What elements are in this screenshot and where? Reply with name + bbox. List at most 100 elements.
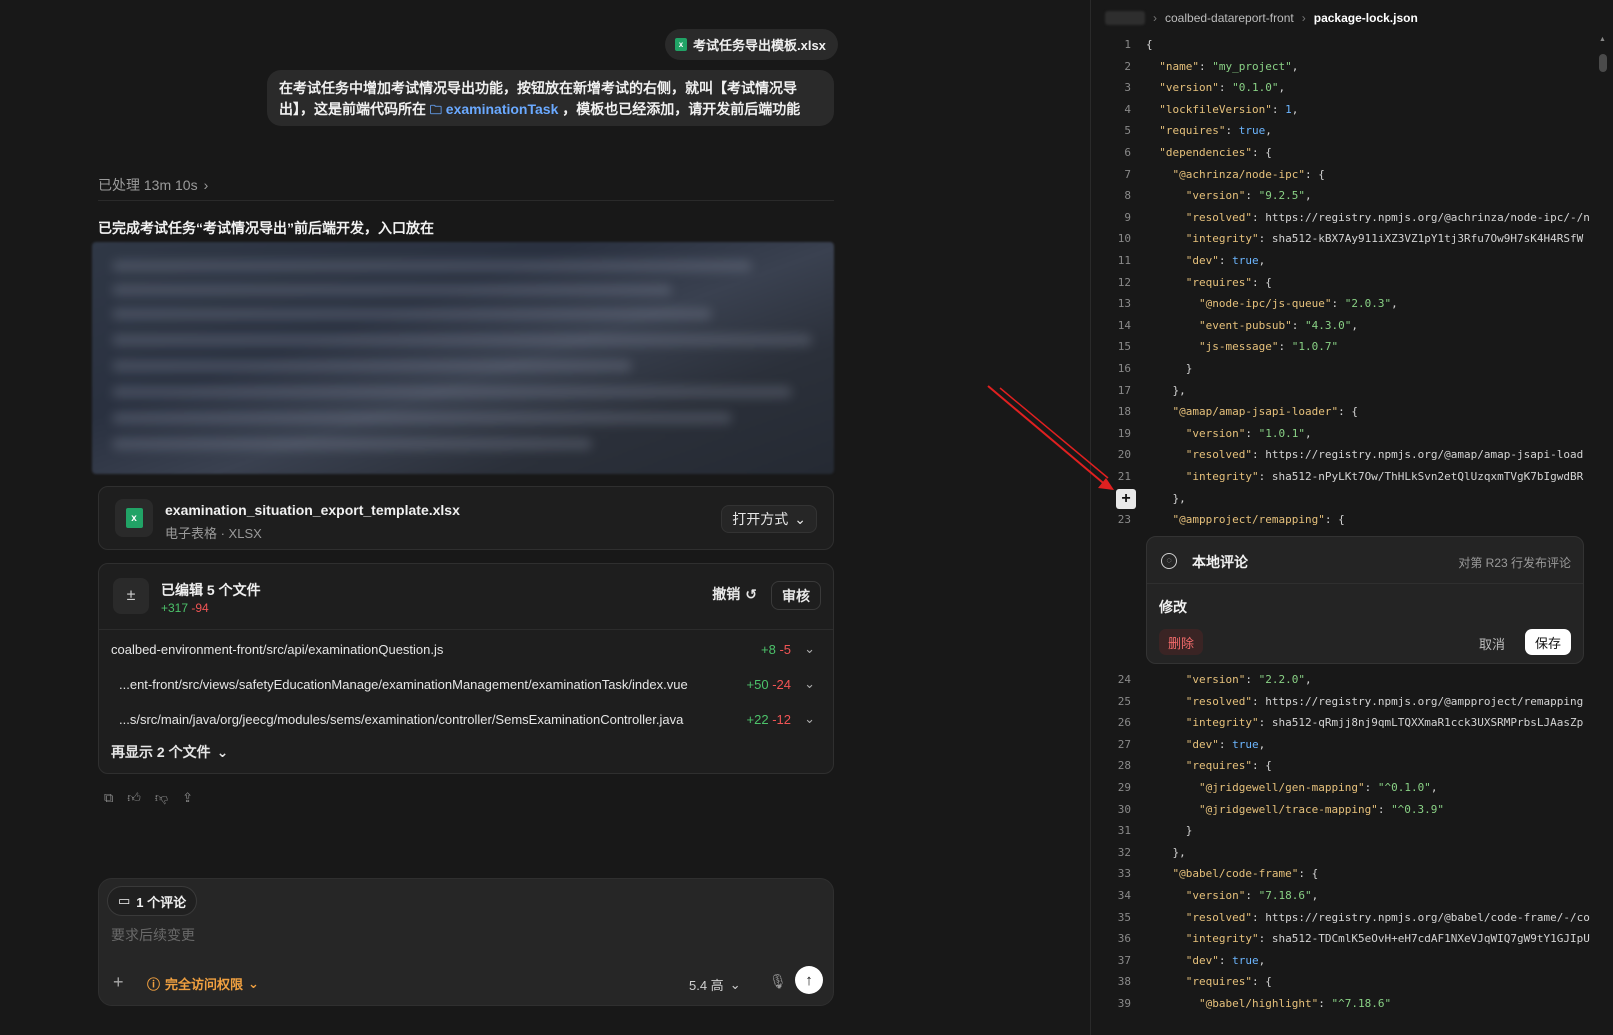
add-icon[interactable]: +	[113, 972, 124, 993]
code-line[interactable]: 9 "resolved": https://registry.npmjs.org…	[1091, 207, 1613, 228]
code-line[interactable]: 31 }	[1091, 820, 1613, 841]
line-content: "integrity": sha512-TDCmlK5eOvH+eH7cdAF1…	[1185, 932, 1590, 946]
file-row[interactable]: ...ent-front/src/views/safetyEducationMa…	[99, 667, 833, 703]
chevron-down-icon: ⌄	[248, 975, 259, 991]
code-line[interactable]: 20 "resolved": https://registry.npmjs.or…	[1091, 444, 1613, 465]
code-line[interactable]: 24 "version": "2.2.0",	[1091, 669, 1613, 690]
share-icon[interactable]: ⇪	[182, 790, 193, 806]
user-message: 在考试任务中增加考试情况导出功能，按钮放在新增考试的右侧，就叫【考试情况导 出】…	[267, 70, 834, 126]
line-number: 4	[1124, 102, 1131, 116]
code-line[interactable]: 15 "js-message": "1.0.7"	[1091, 336, 1613, 357]
code-line[interactable]: 28 "requires": {	[1091, 755, 1613, 776]
divider	[98, 200, 834, 201]
file-deletions: -5	[779, 642, 791, 657]
code-line[interactable]: 27 "dev": true,	[1091, 734, 1613, 755]
breadcrumb-file[interactable]: package-lock.json	[1314, 11, 1418, 25]
code-line[interactable]: 23 "@ampproject/remapping": {	[1091, 509, 1613, 530]
save-comment-button[interactable]: 保存	[1524, 629, 1571, 655]
chevron-down-icon: ⌄	[794, 510, 806, 527]
show-more-files-button[interactable]: 再显示 2 个文件 ⌄	[111, 742, 228, 762]
app-root: x 考试任务导出模板.xlsx 在考试任务中增加考试情况导出功能，按钮放在新增考…	[0, 0, 1613, 1035]
chevron-right-icon: ›	[1153, 11, 1157, 25]
folder-link[interactable]: examinationTask	[446, 101, 559, 117]
code-line[interactable]: 18 "@amap/amap-jsapi-loader": {	[1091, 401, 1613, 422]
edited-files-stats: +317 -94	[161, 601, 209, 615]
assistant-summary: 已完成考试任务“考试情况导出”前后端开发，入口放在	[98, 220, 434, 236]
warning-icon: ⓘ	[147, 977, 161, 992]
chevron-down-icon[interactable]: ⌄	[804, 641, 815, 657]
code-line[interactable]: 2 "name": "my_project",	[1091, 56, 1613, 77]
open-with-button[interactable]: 打开方式 ⌄	[721, 505, 817, 533]
line-number: 1	[1124, 38, 1131, 51]
add-comment-button[interactable]: +	[1116, 489, 1136, 509]
code-line[interactable]: 4 "lockfileVersion": 1,	[1091, 99, 1613, 120]
line-content: "requires": {	[1185, 759, 1272, 773]
file-card[interactable]: x examination_situation_export_template.…	[98, 486, 834, 550]
code-line[interactable]: 17 },	[1091, 380, 1613, 401]
code-line[interactable]: },	[1091, 488, 1613, 509]
microphone-icon[interactable]: 🎙︎	[769, 973, 787, 990]
breadcrumb-folder[interactable]: coalbed-datareport-front	[1165, 11, 1294, 25]
review-button[interactable]: 审核	[771, 581, 821, 610]
line-number: 37	[1117, 953, 1131, 967]
comment-count-chip[interactable]: ▭ 1 个评论	[107, 886, 198, 916]
open-with-label: 打开方式	[732, 511, 789, 527]
code-line[interactable]: 29 "@jridgewell/gen-mapping": "^0.1.0",	[1091, 777, 1613, 798]
cancel-comment-button[interactable]: 取消	[1479, 634, 1505, 653]
copy-icon[interactable]: ⧉	[104, 790, 113, 806]
code-line[interactable]: 21 "integrity": sha512-nPyLKt7Ow/ThHLkSv…	[1091, 466, 1613, 487]
code-line[interactable]: 38 "requires": {	[1091, 971, 1613, 992]
code-line[interactable]: 6 "dependencies": {	[1091, 142, 1613, 163]
send-button[interactable]: ↑	[795, 966, 823, 994]
access-permission-dropdown[interactable]: ⓘ 完全访问权限 ⌄	[147, 974, 259, 993]
code-line[interactable]: 32 },	[1091, 842, 1613, 863]
thumbs-up-icon[interactable]: 👍︎	[127, 790, 141, 806]
code-line[interactable]: 39 "@babel/highlight": "^7.18.6"	[1091, 993, 1613, 1014]
chevron-down-icon[interactable]: ⌄	[804, 676, 815, 692]
line-content: "requires": {	[1185, 275, 1272, 289]
code-line[interactable]: 3 "version": "0.1.0",	[1091, 77, 1613, 98]
code-line[interactable]: 33 "@babel/code-frame": {	[1091, 863, 1613, 884]
composer-input[interactable]: 要求后续变更	[111, 925, 195, 945]
comment-icon: ▭	[118, 893, 131, 908]
code-line[interactable]: 37 "dev": true,	[1091, 950, 1613, 971]
code-line[interactable]: 34 "version": "7.18.6",	[1091, 885, 1613, 906]
chevron-down-icon: ⌄	[729, 976, 741, 992]
code-line[interactable]: 16 }	[1091, 358, 1613, 379]
scrollbar-thumb[interactable]	[1599, 54, 1607, 72]
scrollbar[interactable]: ▲	[1599, 36, 1607, 1026]
code-line[interactable]: 36 "integrity": sha512-TDCmlK5eOvH+eH7cd…	[1091, 928, 1613, 949]
code-line[interactable]: 14 "event-pubsub": "4.3.0",	[1091, 315, 1613, 336]
file-row[interactable]: coalbed-environment-front/src/api/examin…	[99, 632, 833, 668]
thumbs-down-icon[interactable]: 👎︎	[155, 790, 168, 806]
line-content: "integrity": sha512-qRmjj8nj9qmLTQXXmaR1…	[1185, 716, 1584, 730]
line-number: 27	[1117, 737, 1131, 751]
code-line[interactable]: 26 "integrity": sha512-qRmjj8nj9qmLTQXXm…	[1091, 712, 1613, 733]
comment-text[interactable]: 修改	[1159, 597, 1187, 617]
code-line[interactable]: 7 "@achrinza/node-ipc": {	[1091, 164, 1613, 185]
diff-icon: ±	[113, 578, 149, 614]
code-line[interactable]: 30 "@jridgewell/trace-mapping": "^0.3.9"	[1091, 799, 1613, 820]
undo-button[interactable]: 撤销 ↺	[712, 584, 757, 604]
delete-comment-button[interactable]: 删除	[1159, 629, 1204, 655]
processed-toggle[interactable]: 已处理 13m 10s ›	[98, 175, 208, 195]
line-number: 36	[1117, 932, 1131, 946]
code-line[interactable]: 19 "version": "1.0.1",	[1091, 423, 1613, 444]
edited-files-header: ± 已编辑 5 个文件 +317 -94 撤销 ↺ 审核	[99, 564, 833, 630]
undo-label: 撤销	[712, 586, 741, 602]
code-line[interactable]: 11 "dev": true,	[1091, 250, 1613, 271]
file-row[interactable]: ...s/src/main/java/org/jeecg/modules/sem…	[99, 702, 833, 738]
code-line[interactable]: 25 "resolved": https://registry.npmjs.or…	[1091, 691, 1613, 712]
attachment-chip[interactable]: x 考试任务导出模板.xlsx	[665, 29, 838, 60]
model-dropdown[interactable]: 5.4 高 ⌄	[689, 975, 741, 994]
line-content: "js-message": "1.0.7"	[1199, 340, 1339, 354]
code-line[interactable]: 8 "version": "9.2.5",	[1091, 185, 1613, 206]
code-line[interactable]: 35 "resolved": https://registry.npmjs.or…	[1091, 907, 1613, 928]
code-line[interactable]: 5 "requires": true,	[1091, 120, 1613, 141]
code-line[interactable]: 1{	[1091, 34, 1613, 55]
scroll-up-icon[interactable]: ▲	[1599, 36, 1606, 43]
code-line[interactable]: 13 "@node-ipc/js-queue": "2.0.3",	[1091, 293, 1613, 314]
code-line[interactable]: 12 "requires": {	[1091, 272, 1613, 293]
code-line[interactable]: 10 "integrity": sha512-kBX7Ay911iXZ3VZ1p…	[1091, 228, 1613, 249]
chevron-down-icon[interactable]: ⌄	[804, 711, 815, 727]
